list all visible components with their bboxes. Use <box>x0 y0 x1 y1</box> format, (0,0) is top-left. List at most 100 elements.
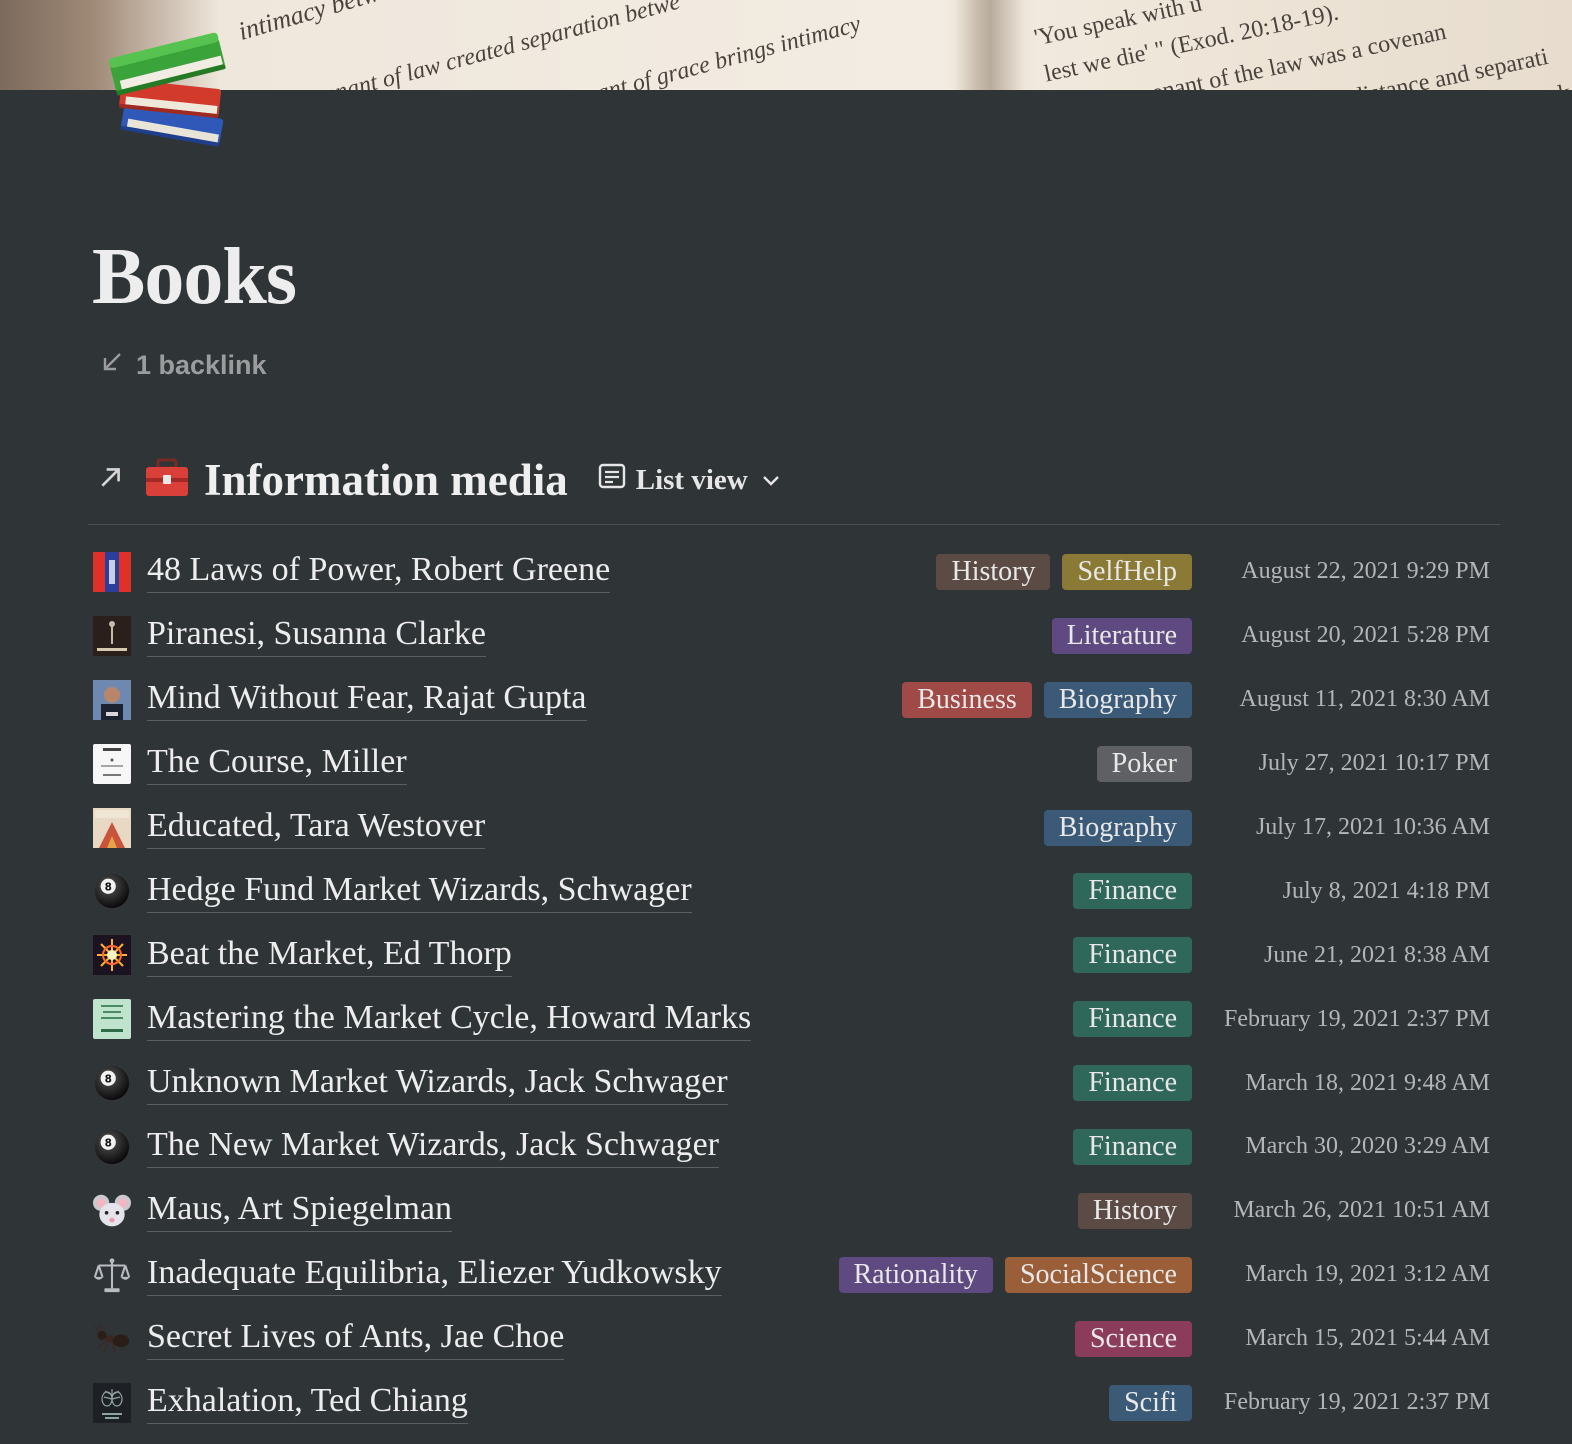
item-properties: Finance March 30, 2020 3:29 AM <box>1073 1128 1498 1165</box>
tag-badge: SelfHelp <box>1062 553 1192 590</box>
item-properties: Scifi February 19, 2021 2:37 PM <box>1109 1384 1498 1421</box>
item-title[interactable]: Piranesi, Susanna Clarke <box>147 614 486 658</box>
tag-badge: History <box>936 553 1051 590</box>
item-title[interactable]: Secret Lives of Ants, Jae Choe <box>147 1317 565 1361</box>
svg-text:8: 8 <box>105 1137 112 1149</box>
mouse-face-icon <box>93 1192 131 1230</box>
list-item[interactable]: Exhalation, Ted Chiang Scifi February 19, … <box>88 1371 1498 1435</box>
tag-badge: Biography <box>1043 809 1192 846</box>
tag-badge: Finance <box>1073 937 1192 974</box>
item-title[interactable]: 48 Laws of Power, Robert Greene <box>147 550 611 594</box>
list-item[interactable]: Mastering the Market Cycle, Howard Marks… <box>88 987 1498 1051</box>
cover-text-line: intimacy betwe <box>235 0 394 46</box>
item-date: March 26, 2021 10:51 AM <box>1233 1197 1490 1224</box>
item-properties: Finance February 19, 2021 2:37 PM <box>1073 1001 1498 1038</box>
database-title[interactable]: Information media <box>204 454 568 506</box>
book-cover-red-blue-icon <box>93 551 131 592</box>
item-date: July 27, 2021 10:17 PM <box>1258 750 1490 777</box>
item-title[interactable]: Maus, Art Spiegelman <box>147 1189 453 1233</box>
sparkler-icon <box>93 935 131 976</box>
list-item[interactable]: Mind Without Fear, Rajat Gupta Business Bi… <box>88 668 1498 732</box>
list-item[interactable]: Piranesi, Susanna Clarke Literature August… <box>88 604 1498 668</box>
cover-text-line: to speak <box>1490 80 1572 90</box>
item-title[interactable]: The Course, Miller <box>147 742 407 786</box>
tag-badge: Finance <box>1073 873 1192 910</box>
tag-badge: Science <box>1074 1320 1192 1357</box>
item-properties: History SelfHelp August 22, 2021 9:29 PM <box>936 553 1498 590</box>
list-view-icon <box>598 462 626 498</box>
book-cover-exhalation-icon <box>93 1382 131 1423</box>
tag-badge: Rationality <box>838 1256 993 1293</box>
item-properties: Rationality SocialScience March 19, 2021 3… <box>838 1256 1499 1293</box>
item-title[interactable]: Mastering the Market Cycle, Howard Marks <box>147 998 752 1041</box>
item-date: August 20, 2021 5:28 PM <box>1241 622 1490 649</box>
tag-badge: Finance <box>1073 1001 1192 1038</box>
item-properties: Literature August 20, 2021 5:28 PM <box>1051 617 1498 654</box>
tag-badge: Literature <box>1051 617 1192 654</box>
item-title[interactable]: Mind Without Fear, Rajat Gupta <box>147 678 587 722</box>
item-date: June 21, 2021 8:38 AM <box>1263 941 1490 968</box>
balance-scale-icon <box>93 1256 131 1294</box>
item-title[interactable]: Hedge Fund Market Wizards, Schwager <box>147 870 692 913</box>
item-properties: History March 26, 2021 10:51 AM <box>1078 1192 1498 1229</box>
item-title[interactable]: Beat the Market, Ed Thorp <box>147 934 512 977</box>
item-properties: Finance June 21, 2021 8:38 AM <box>1073 937 1498 974</box>
tag-badge: Finance <box>1073 1128 1192 1165</box>
view-label: List view <box>635 463 748 496</box>
item-title[interactable]: Unknown Market Wizards, Jack Schwager <box>147 1062 728 1105</box>
item-properties: Finance March 18, 2021 9:48 AM <box>1073 1065 1498 1102</box>
tag-badge: SocialScience <box>1004 1256 1192 1293</box>
eight-ball-icon: 8 <box>93 872 131 910</box>
list-item[interactable]: The Course, Miller Poker July 27, 2021 10:… <box>88 732 1498 796</box>
tag-badge: Biography <box>1043 681 1192 718</box>
list-item[interactable]: Maus, Art Spiegelman History March 26, 202… <box>88 1179 1498 1243</box>
list-item[interactable]: 8 Hedge Fund Market Wizards, Schwager Fina… <box>88 859 1498 923</box>
book-cover-educated-icon <box>93 807 131 848</box>
view-switcher[interactable]: List view <box>598 462 780 498</box>
item-date: July 17, 2021 10:36 AM <box>1255 814 1490 840</box>
item-date: August 11, 2021 8:30 AM <box>1239 686 1490 713</box>
item-title[interactable]: Educated, Tara Westover <box>147 806 486 849</box>
list-item[interactable]: 8 Unknown Market Wizards, Jack Schwager Fi… <box>88 1051 1498 1115</box>
book-cover-green-icon <box>93 999 131 1040</box>
item-date: March 30, 2020 3:29 AM <box>1245 1133 1490 1160</box>
item-date: March 19, 2021 3:12 AM <box>1245 1261 1490 1288</box>
toolbox-icon <box>144 458 190 503</box>
item-title[interactable]: The New Market Wizards, Jack Schwager <box>147 1125 720 1169</box>
header-divider <box>88 524 1500 525</box>
database-list: 48 Laws of Power, Robert Greene History Se… <box>88 540 1498 1434</box>
arrow-down-left-icon <box>100 350 124 381</box>
item-date: March 15, 2021 5:44 AM <box>1245 1325 1490 1352</box>
tag-badge: Business <box>902 681 1032 718</box>
list-item[interactable]: Beat the Market, Ed Thorp Finance June 21,… <box>88 923 1498 987</box>
item-title[interactable]: Inadequate Equilibria, Eliezer Yudkowsky <box>147 1253 722 1297</box>
eight-ball-icon: 8 <box>93 1128 131 1166</box>
tag-badge: Poker <box>1096 745 1192 782</box>
chevron-down-icon <box>762 468 780 492</box>
backlink-count: 1 backlink <box>136 350 267 380</box>
books-icon[interactable] <box>100 14 240 159</box>
page-title: Books <box>92 233 297 321</box>
item-properties: Business Biography August 11, 2021 8:30 AM <box>902 681 1498 718</box>
item-title[interactable]: Exhalation, Ted Chiang <box>147 1381 468 1425</box>
list-item[interactable]: 48 Laws of Power, Robert Greene History Se… <box>88 540 1498 604</box>
item-date: July 8, 2021 4:18 PM <box>1282 877 1490 904</box>
item-properties: Science March 15, 2021 5:44 AM <box>1074 1320 1498 1357</box>
arrow-up-right-icon[interactable] <box>98 463 124 498</box>
item-date: March 18, 2021 9:48 AM <box>1245 1069 1490 1096</box>
tag-badge: Scifi <box>1109 1384 1192 1421</box>
list-item[interactable]: Secret Lives of Ants, Jae Choe Science Mar… <box>88 1307 1498 1371</box>
item-date: February 19, 2021 2:37 PM <box>1224 1389 1490 1416</box>
svg-text:8: 8 <box>105 882 112 894</box>
list-item[interactable]: Educated, Tara Westover Biography July 17,… <box>88 796 1498 860</box>
book-cover-portrait-icon <box>93 679 131 720</box>
item-date: August 22, 2021 9:29 PM <box>1241 558 1490 585</box>
item-date: February 19, 2021 2:37 PM <box>1224 1005 1490 1032</box>
cover-book-gutter <box>955 0 1025 90</box>
book-cover-dark-icon <box>93 615 131 656</box>
linked-database-header: Information media List view <box>98 452 780 508</box>
item-properties: Finance July 8, 2021 4:18 PM <box>1073 873 1498 910</box>
backlinks-button[interactable]: 1 backlink <box>100 350 267 381</box>
list-item[interactable]: Inadequate Equilibria, Eliezer Yudkowsky… <box>88 1243 1498 1307</box>
list-item[interactable]: 8 The New Market Wizards, Jack Schwager Fi… <box>88 1115 1498 1179</box>
